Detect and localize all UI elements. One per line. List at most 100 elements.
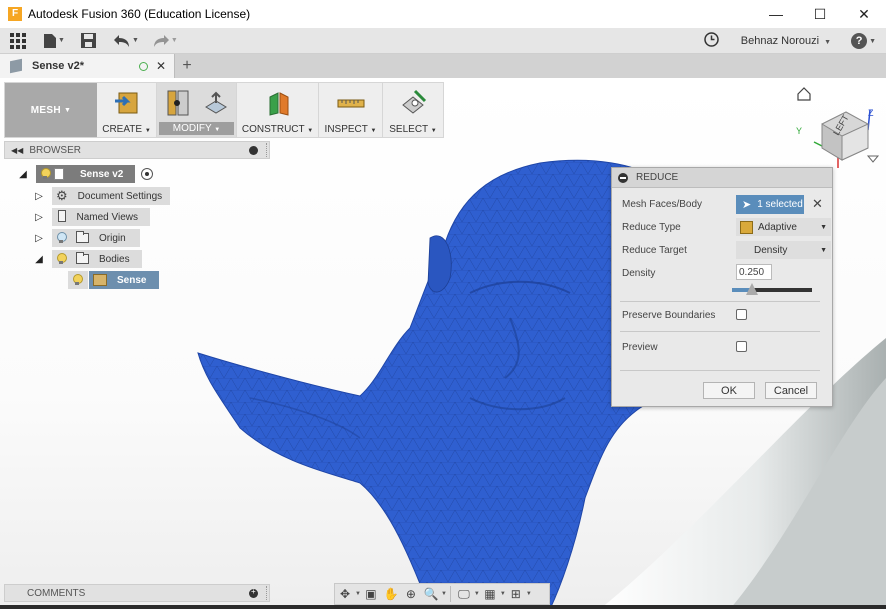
zoom-icon[interactable]: ⊕ <box>401 587 421 601</box>
preserve-boundaries-checkbox[interactable] <box>736 309 747 320</box>
workspace-switcher[interactable]: MESH ▼ <box>5 83 97 137</box>
user-account-menu[interactable]: Behnaz Norouzi ▼ <box>741 35 831 47</box>
minimize-button[interactable]: — <box>754 0 798 28</box>
help-chevron-icon[interactable]: ▼ <box>869 38 876 45</box>
dialog-divider <box>620 370 820 371</box>
reduce-type-dropdown[interactable]: Adaptive ▼ <box>736 218 831 236</box>
collapsed-triangle-icon[interactable]: ▷ <box>34 233 44 244</box>
create-group[interactable]: CREATE ▼ <box>97 83 157 137</box>
comments-panel-header[interactable]: COMMENTS <box>4 584 270 602</box>
tree-node-sense-body[interactable]: Sense <box>68 270 159 290</box>
quick-access-toolbar: ▼ ▼ ▼ Behnaz Norouzi ▼ ? ▼ <box>0 28 886 54</box>
resize-grip[interactable] <box>266 143 267 157</box>
browser-panel-header[interactable]: ◀◀ BROWSER <box>4 141 270 159</box>
chevron-down-icon[interactable]: ▼ <box>441 591 447 597</box>
density-slider-thumb[interactable] <box>746 283 758 295</box>
sense-body-node[interactable]: Sense <box>89 271 159 289</box>
document-settings-node[interactable]: ⚙ Document Settings <box>52 187 170 205</box>
home-view-icon[interactable] <box>797 87 811 101</box>
adaptive-icon <box>740 220 753 234</box>
bodies-node[interactable]: Bodies <box>52 250 142 268</box>
cancel-button[interactable]: Cancel <box>765 382 817 399</box>
reduce-mesh-icon <box>167 90 188 116</box>
mesh-selection-button[interactable]: ➤ 1 selected <box>736 195 804 214</box>
close-window-button[interactable]: ✕ <box>842 0 886 28</box>
zoom-window-icon[interactable]: 🔍 <box>421 587 441 601</box>
select-label: SELECT <box>389 124 428 135</box>
visibility-bulb-icon[interactable] <box>72 274 83 286</box>
orbit-icon[interactable]: ✥ <box>335 587 355 601</box>
pan-hand-icon[interactable]: ✋ <box>381 587 401 601</box>
density-value[interactable]: 0.250 <box>736 264 772 280</box>
ok-button[interactable]: OK <box>703 382 755 399</box>
save-status-icon <box>138 61 148 71</box>
fusion-logo-icon: F <box>8 7 22 21</box>
visibility-bulb-icon[interactable] <box>40 168 51 180</box>
clear-selection-button[interactable]: ✕ <box>812 196 823 212</box>
density-input[interactable]: 0.250 <box>736 264 772 280</box>
redo-icon[interactable]: ▼ <box>153 31 178 51</box>
browser-options-icon[interactable] <box>249 145 258 155</box>
density-slider[interactable] <box>732 283 812 295</box>
visibility-bulb-off-icon[interactable] <box>56 232 67 244</box>
maximize-button[interactable]: ☐ <box>798 0 842 28</box>
view-cube[interactable]: LEFT Y Z <box>790 84 886 168</box>
collapsed-triangle-icon[interactable]: ▷ <box>34 191 44 202</box>
close-tab-button[interactable]: ✕ <box>156 59 166 73</box>
document-tab[interactable]: Sense v2* ✕ <box>0 54 175 78</box>
activate-component-icon[interactable] <box>141 168 154 180</box>
tree-node-named-views[interactable]: ▷ Named Views <box>34 207 150 227</box>
viewports-icon[interactable]: ⊞ <box>506 587 526 601</box>
sense-visibility-cell[interactable] <box>68 271 88 289</box>
visibility-bulb-icon[interactable] <box>56 253 67 265</box>
dialog-divider <box>620 331 820 332</box>
dialog-header[interactable]: REDUCE <box>612 168 832 188</box>
preview-checkbox[interactable] <box>736 341 747 352</box>
add-comment-icon[interactable] <box>249 587 258 598</box>
construct-label: CONSTRUCT <box>241 124 305 135</box>
mesh-body-icon <box>93 274 107 286</box>
tree-node-origin[interactable]: ▷ Origin <box>34 228 140 248</box>
save-icon[interactable] <box>80 31 96 51</box>
look-at-icon[interactable]: ▣ <box>361 587 381 601</box>
reduce-target-label: Reduce Target <box>622 244 687 256</box>
display-settings-icon[interactable]: 🖵 <box>454 587 474 602</box>
remesh-icon <box>204 91 227 114</box>
collapsed-triangle-icon[interactable]: ▷ <box>34 212 44 223</box>
tree-node-bodies[interactable]: ◢ Bodies <box>34 249 142 269</box>
inspect-group[interactable]: INSPECT ▼ <box>319 83 383 137</box>
expanded-triangle-icon[interactable]: ◢ <box>18 169 28 180</box>
select-group[interactable]: SELECT ▼ <box>383 83 443 137</box>
file-menu-icon[interactable]: ▼ <box>44 31 65 51</box>
root-label: Sense v2 <box>80 168 124 180</box>
density-label: Density <box>622 267 656 279</box>
data-panel-grid-icon[interactable] <box>10 31 26 51</box>
collapse-dialog-icon[interactable] <box>618 172 628 183</box>
construct-group[interactable]: CONSTRUCT ▼ <box>237 83 319 137</box>
collapse-browser-icon[interactable]: ◀◀ <box>11 146 23 155</box>
help-icon[interactable]: ? <box>851 33 868 49</box>
chevron-down-icon[interactable]: ▼ <box>526 591 532 597</box>
expanded-triangle-icon[interactable]: ◢ <box>34 254 44 265</box>
document-tab-title: Sense v2* <box>32 60 84 72</box>
dialog-divider <box>620 301 820 302</box>
named-views-node[interactable]: Named Views <box>52 208 150 226</box>
tree-node-document-settings[interactable]: ▷ ⚙ Document Settings <box>34 186 170 206</box>
new-tab-button[interactable]: + <box>175 54 199 78</box>
grid-settings-icon[interactable]: ▦ <box>480 587 500 601</box>
tree-node-root[interactable]: ◢ Sense v2 <box>18 164 154 184</box>
job-status-clock-icon[interactable] <box>704 32 719 50</box>
toolbar-ribbon: MESH ▼ CREATE ▼ MODIFY ▼ CONSTRUCT ▼ INS… <box>4 82 444 138</box>
qat-right-group: Behnaz Norouzi ▼ ? ▼ <box>704 28 876 54</box>
reduce-target-dropdown[interactable]: Density ▼ <box>736 241 831 259</box>
modify-group[interactable]: MODIFY ▼ <box>157 83 237 137</box>
undo-icon[interactable]: ▼ <box>113 31 139 51</box>
workspace-label: MESH <box>30 104 61 116</box>
origin-node[interactable]: Origin <box>52 229 140 247</box>
root-node[interactable]: Sense v2 <box>36 165 136 183</box>
density-row: Density 0.250 <box>622 264 822 282</box>
view-cube-menu-icon[interactable] <box>866 155 880 163</box>
measure-icon <box>337 99 364 108</box>
create-label: CREATE <box>102 124 143 135</box>
resize-grip[interactable] <box>266 586 267 600</box>
